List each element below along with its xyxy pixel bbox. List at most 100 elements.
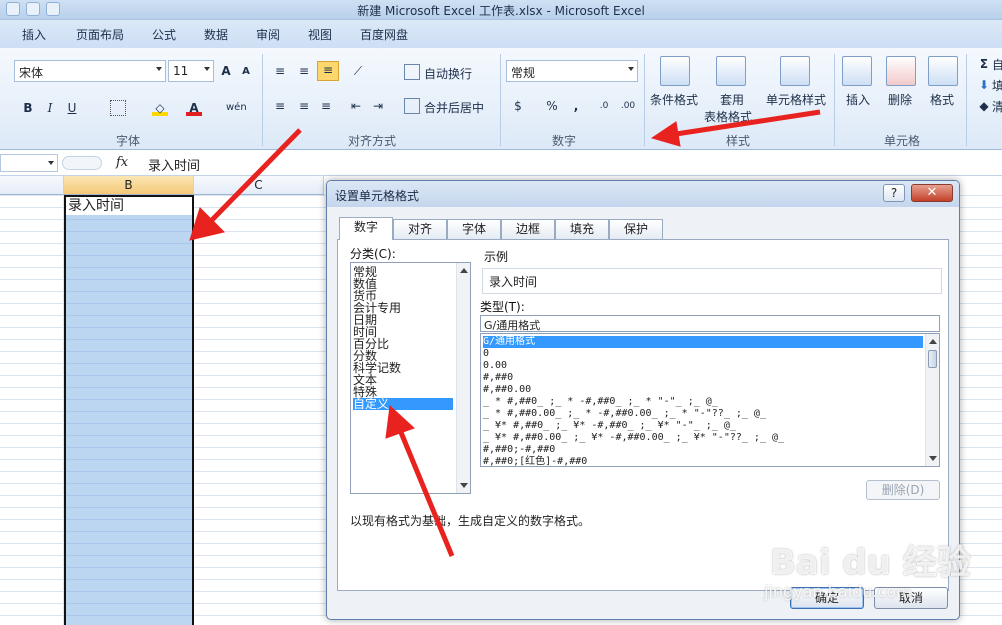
cell-b1[interactable]: 录入时间 (64, 195, 194, 215)
tab-data[interactable]: 数据 (204, 26, 228, 43)
column-header-b[interactable]: B (64, 176, 194, 195)
type-item[interactable]: _ ¥* #,##0.00_ ;_ ¥* -#,##0.00_ ;_ ¥* "-… (483, 432, 923, 444)
formula-input[interactable]: 录入时间 (148, 155, 200, 174)
type-scrollbar[interactable] (925, 334, 939, 466)
tab-review[interactable]: 审阅 (256, 26, 280, 43)
category-scrollbar[interactable] (456, 263, 470, 493)
type-item[interactable]: _ * #,##0.00_ ;_ * -#,##0.00_ ;_ * "-"??… (483, 408, 923, 420)
help-button[interactable]: ? (883, 184, 905, 202)
fill-down-icon[interactable]: ⬇ (976, 77, 992, 93)
delete-format-button[interactable]: 删除(D) (866, 480, 940, 500)
format-cells-button[interactable]: 格式 (930, 91, 954, 108)
type-input[interactable]: G/通用格式 (480, 315, 940, 332)
orientation-icon[interactable]: ⟋ (350, 63, 366, 79)
category-list[interactable]: 常规 数值 货币 会计专用 日期 时间 百分比 分数 科学记数 文本 特殊 自定… (350, 262, 471, 494)
align-left-icon[interactable]: ≡ (272, 98, 288, 114)
group-divider (644, 54, 645, 146)
type-item[interactable]: G/通用格式 (483, 336, 923, 348)
formula-bar-splitter[interactable] (62, 156, 102, 170)
type-item[interactable]: _ ¥* #,##0_ ;_ ¥* -#,##0_ ;_ ¥* "-"_ ;_ … (483, 420, 923, 432)
format-cells-icon[interactable] (928, 56, 958, 86)
type-item[interactable]: #,##0 (483, 372, 923, 384)
type-item[interactable]: 0 (483, 348, 923, 360)
percent-icon[interactable]: % (544, 98, 560, 114)
cell-styles-button[interactable]: 单元格样式 (766, 91, 826, 108)
align-right-icon[interactable]: ≡ (318, 98, 334, 114)
scroll-thumb[interactable] (928, 350, 937, 368)
borders-icon[interactable] (110, 100, 126, 116)
align-center-icon[interactable]: ≡ (296, 98, 312, 114)
selected-column-b[interactable] (64, 195, 194, 625)
type-list[interactable]: G/通用格式 0 0.00 #,##0 #,##0.00 _ * #,##0_ … (480, 333, 940, 467)
shrink-font-icon[interactable]: A (238, 64, 254, 80)
font-name-select[interactable]: 宋体 (14, 60, 166, 82)
baidu-watermark-site: jingyan.baidu.com (764, 582, 912, 601)
column-header-c[interactable]: C (194, 176, 324, 195)
autosum-icon[interactable]: Σ (976, 56, 992, 72)
delete-cells-icon[interactable] (886, 56, 916, 86)
tab-page-layout[interactable]: 页面布局 (76, 26, 124, 43)
merge-center-button[interactable]: 合并后居中 (424, 99, 484, 116)
tab-view[interactable]: 视图 (308, 26, 332, 43)
tab-font[interactable]: 字体 (447, 219, 501, 239)
wrap-text-button[interactable]: 自动换行 (424, 65, 472, 82)
tab-protection[interactable]: 保护 (609, 219, 663, 239)
tab-formulas[interactable]: 公式 (152, 26, 176, 43)
increase-indent-icon[interactable]: ⇥ (370, 98, 386, 114)
fill-fragment[interactable]: 填 (992, 77, 1002, 94)
insert-cells-button[interactable]: 插入 (846, 91, 870, 108)
type-item[interactable]: #,##0.00 (483, 384, 923, 396)
accounting-format-icon[interactable]: $ (510, 98, 526, 114)
table-format-label-2[interactable]: 表格格式 (704, 108, 752, 125)
font-color-icon[interactable]: A (186, 100, 202, 116)
tab-number[interactable]: 数字 (339, 217, 393, 240)
name-box[interactable] (0, 154, 58, 172)
scroll-down-icon[interactable] (929, 456, 937, 461)
tab-insert[interactable]: 插入 (22, 26, 46, 43)
scroll-up-icon[interactable] (460, 268, 468, 273)
wrap-text-icon[interactable] (404, 64, 420, 80)
align-middle-icon[interactable]: ≡ (296, 63, 312, 79)
type-item[interactable]: _ * #,##0_ ;_ * -#,##0_ ;_ * "-"_ ;_ @_ (483, 396, 923, 408)
conditional-format-button[interactable]: 条件格式 (650, 91, 698, 108)
phonetic-icon[interactable]: wén (226, 100, 247, 116)
table-format-icon[interactable] (716, 56, 746, 86)
table-format-label-1[interactable]: 套用 (720, 91, 744, 108)
increase-decimal-icon[interactable]: .0 (596, 98, 612, 114)
scroll-down-icon[interactable] (460, 483, 468, 488)
type-item[interactable]: 0.00 (483, 360, 923, 372)
align-bottom-icon[interactable]: ≡ (317, 61, 339, 81)
grow-font-icon[interactable]: A (218, 63, 234, 79)
close-button[interactable]: ✕ (911, 184, 953, 202)
tab-alignment[interactable]: 对齐 (393, 219, 447, 239)
fill-color-icon[interactable]: ◇ (152, 100, 168, 116)
tab-baidu-netdisk[interactable]: 百度网盘 (360, 26, 408, 43)
align-top-icon[interactable]: ≡ (272, 63, 288, 79)
decrease-decimal-icon[interactable]: .00 (620, 98, 636, 114)
insert-cells-icon[interactable] (842, 56, 872, 86)
comma-style-icon[interactable]: , (568, 98, 584, 114)
autosum-fragment[interactable]: 自 (992, 56, 1002, 73)
insert-function-icon[interactable]: fx (116, 155, 128, 170)
conditional-format-icon[interactable] (660, 56, 690, 86)
italic-icon[interactable]: I (42, 100, 58, 116)
number-format-select[interactable]: 常规 (506, 60, 638, 82)
underline-icon[interactable]: U (64, 100, 80, 116)
tab-border[interactable]: 边框 (501, 219, 555, 239)
font-size-select[interactable]: 11 (168, 60, 214, 82)
tab-fill[interactable]: 填充 (555, 219, 609, 239)
type-item[interactable]: #,##0;[红色]-#,##0 (483, 456, 923, 466)
select-all-corner[interactable] (0, 176, 64, 195)
cell-styles-icon[interactable] (780, 56, 810, 86)
type-item[interactable]: #,##0;-#,##0 (483, 444, 923, 456)
scroll-up-icon[interactable] (929, 339, 937, 344)
bold-icon[interactable]: B (20, 100, 36, 116)
decrease-indent-icon[interactable]: ⇤ (348, 98, 364, 114)
category-item-custom[interactable]: 自定义 (353, 398, 453, 410)
group-divider (966, 54, 967, 146)
clear-icon[interactable]: ◆ (976, 98, 992, 114)
delete-cells-button[interactable]: 删除 (888, 91, 912, 108)
merge-center-icon[interactable] (404, 98, 420, 114)
clear-fragment[interactable]: 清 (992, 98, 1002, 115)
dialog-title-bar[interactable]: 设置单元格格式 ? ✕ (327, 181, 959, 207)
